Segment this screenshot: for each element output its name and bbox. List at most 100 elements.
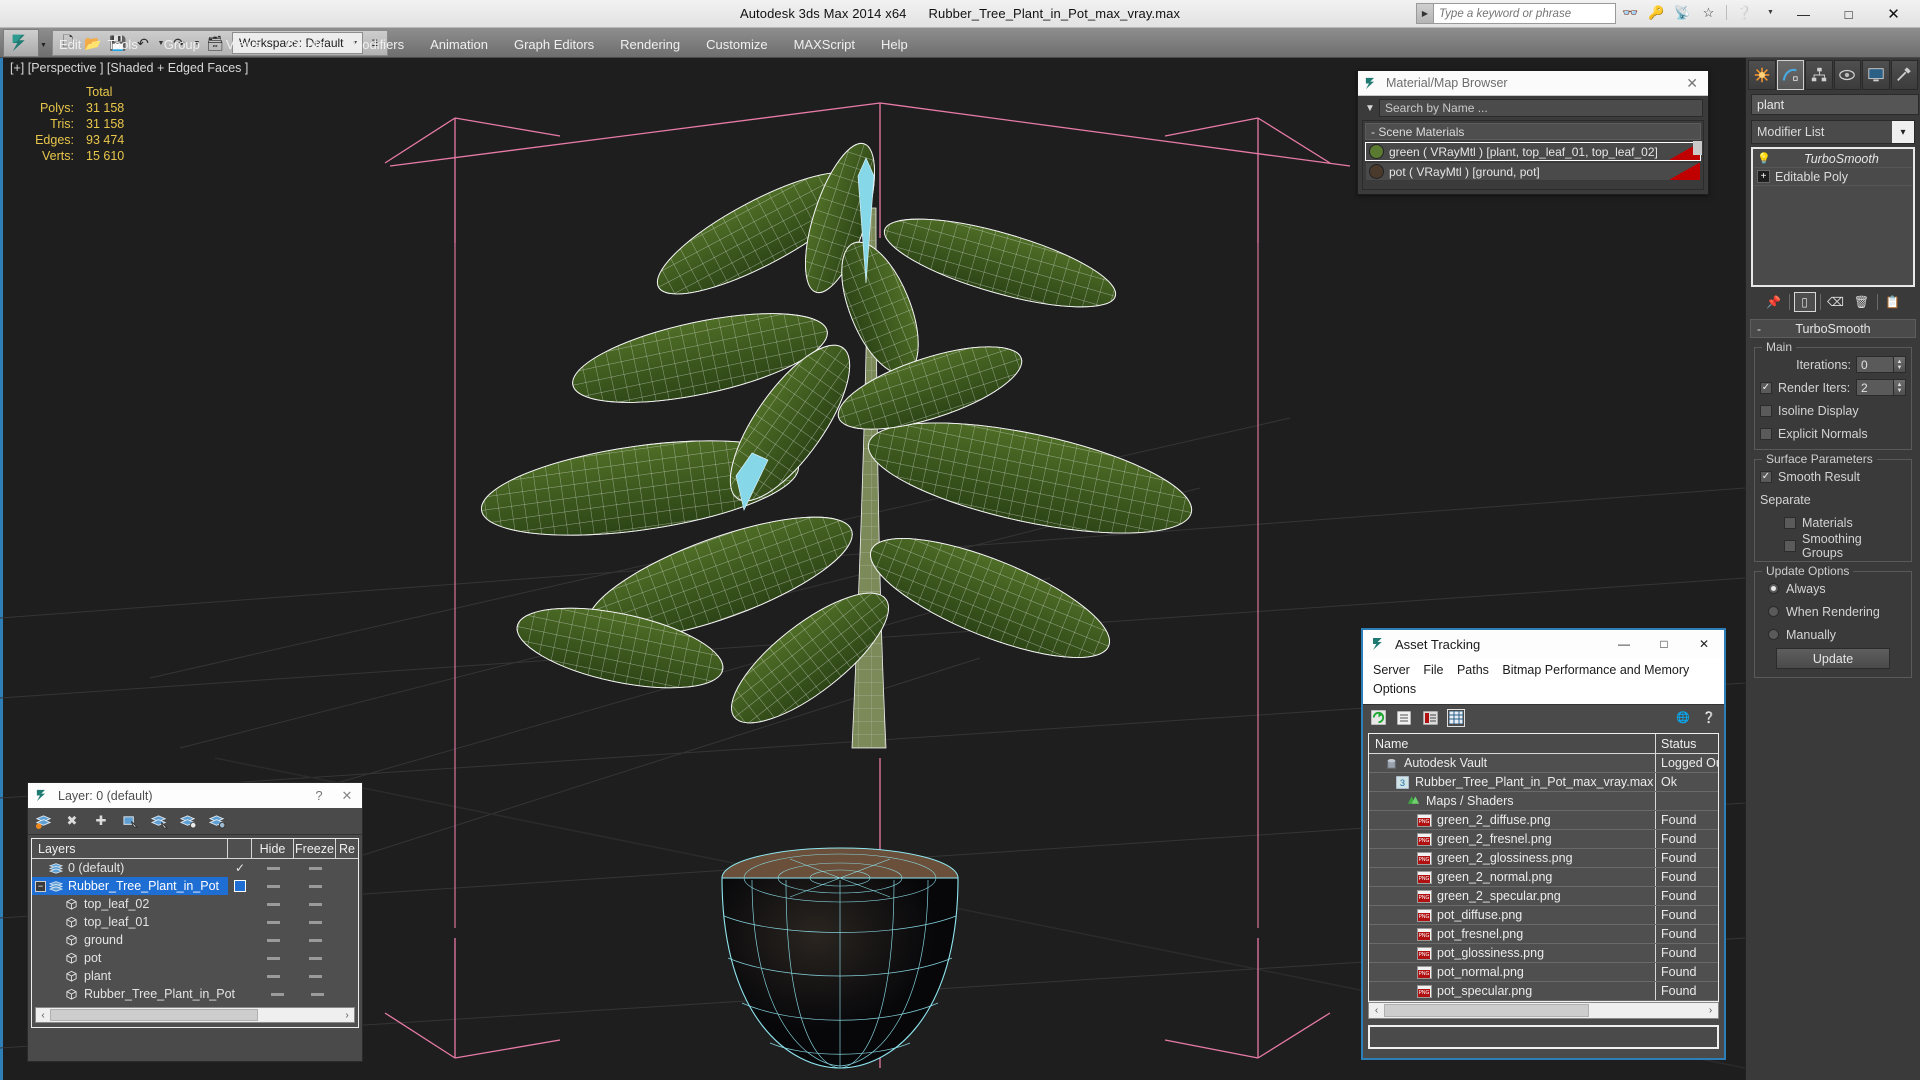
column-status[interactable]: Status [1656, 734, 1718, 753]
layer-row[interactable]: pot [32, 949, 358, 967]
hide-cell[interactable] [252, 967, 294, 985]
smooth-result-row[interactable]: ✓ Smooth Result [1760, 467, 1906, 486]
update-option-always[interactable]: Always [1760, 579, 1906, 598]
create-tab[interactable] [1748, 60, 1776, 90]
hide-toggle[interactable] [267, 921, 280, 924]
lightbulb-icon[interactable]: 💡 [1757, 152, 1771, 165]
hide-toggle[interactable] [267, 957, 280, 960]
menu-create[interactable]: Create [273, 33, 338, 56]
column-name[interactable]: Name [1369, 734, 1656, 753]
quick-search-box[interactable]: ▶ [1416, 3, 1616, 24]
radio-always[interactable] [1768, 583, 1779, 594]
smoothing-groups-checkbox[interactable] [1784, 540, 1796, 552]
render-cell[interactable] [336, 895, 358, 913]
column-freeze[interactable]: Freeze [294, 839, 336, 858]
update-option-manually[interactable]: Manually [1760, 625, 1906, 644]
explicit-normals-checkbox[interactable] [1760, 428, 1772, 440]
asset-row[interactable]: pot_fresnel.pngFound [1369, 925, 1718, 944]
radio-when-rendering[interactable] [1768, 606, 1779, 617]
asset-row[interactable]: pot_diffuse.pngFound [1369, 906, 1718, 925]
expand-collapse-icon[interactable]: − [35, 881, 46, 892]
freeze-toggle[interactable] [309, 975, 322, 978]
freeze-toggle[interactable] [311, 993, 324, 996]
menu-graph-editors[interactable]: Graph Editors [501, 33, 607, 56]
freeze-cell[interactable] [294, 913, 336, 931]
list-icon[interactable] [1395, 709, 1413, 727]
isoline-checkbox[interactable] [1760, 405, 1772, 417]
delete-layer-icon[interactable]: ✖ [63, 812, 81, 830]
spinner-arrows-icon[interactable]: ▲▼ [1894, 379, 1906, 396]
smoothing-groups-row[interactable]: Smoothing Groups [1760, 536, 1906, 555]
asset-row[interactable]: pot_glossiness.pngFound [1369, 944, 1718, 963]
material-map-browser[interactable]: Material/Map Browser ✕ ▼ Search by Name … [1357, 70, 1709, 195]
maximize-button[interactable]: □ [1826, 0, 1871, 28]
refresh-icon[interactable] [1369, 709, 1387, 727]
current-layer-cell[interactable] [228, 913, 252, 931]
asset-tracking-title-bar[interactable]: Asset Tracking — □ ✕ [1363, 630, 1724, 658]
layer-row[interactable]: top_leaf_01 [32, 913, 358, 931]
current-layer-cell[interactable]: ✓ [228, 859, 252, 877]
layer-horizontal-scrollbar[interactable]: ‹ › [35, 1007, 355, 1023]
hide-cell[interactable] [252, 895, 294, 913]
asset-row[interactable]: Autodesk VaultLogged Ou [1369, 754, 1718, 773]
hide-cell[interactable] [258, 985, 298, 1003]
hide-cell[interactable] [252, 859, 294, 877]
layer-row[interactable]: −Rubber_Tree_Plant_in_Pot [32, 877, 358, 895]
make-unique-icon[interactable]: ⌫ [1825, 292, 1847, 312]
hide-toggle[interactable] [267, 867, 280, 870]
hide-cell[interactable] [252, 949, 294, 967]
at-close-button[interactable]: ✕ [1684, 630, 1724, 658]
asset-row[interactable]: green_2_glossiness.pngFound [1369, 849, 1718, 868]
minimize-button[interactable]: — [1781, 0, 1826, 28]
help-icon[interactable]: ? [306, 788, 332, 803]
render-cell[interactable] [336, 949, 358, 967]
menu-customize[interactable]: Customize [693, 33, 780, 56]
freeze-toggle[interactable] [309, 939, 322, 942]
scene-materials-group[interactable]: - Scene Materials [1365, 123, 1701, 140]
layer-title-bar[interactable]: Layer: 0 (default) ? ✕ [28, 783, 362, 808]
modifier-stack[interactable]: 💡 TurboSmooth + Editable Poly [1751, 147, 1915, 287]
iterations-spinner[interactable]: 0 ▲▼ [1856, 356, 1906, 373]
menu-rendering[interactable]: Rendering [607, 33, 693, 56]
hide-toggle[interactable] [267, 885, 280, 888]
stack-item-editable-poly[interactable]: + Editable Poly [1754, 168, 1912, 186]
menu-views[interactable]: Views [213, 33, 273, 56]
current-layer-cell[interactable] [228, 931, 252, 949]
at-menu-paths[interactable]: Paths [1447, 661, 1489, 680]
freeze-toggle[interactable] [309, 903, 322, 906]
mmb-search-input[interactable]: Search by Name ... [1379, 99, 1703, 117]
current-layer-cell[interactable] [228, 967, 252, 985]
menu-animation[interactable]: Animation [417, 33, 501, 56]
render-iters-spinner[interactable]: 2 ▲▼ [1856, 379, 1906, 396]
mmb-scrollbar[interactable] [1693, 141, 1702, 155]
hide-cell[interactable] [252, 877, 294, 895]
star-icon[interactable]: ☆ [1700, 4, 1717, 21]
stack-item-turbosmooth[interactable]: 💡 TurboSmooth [1754, 150, 1912, 168]
asset-row[interactable]: pot_normal.pngFound [1369, 963, 1718, 982]
hide-toggle[interactable] [267, 939, 280, 942]
current-layer-cell[interactable] [228, 949, 252, 967]
mmb-title-bar[interactable]: Material/Map Browser ✕ [1358, 71, 1708, 96]
filter-icon[interactable]: ▼ [1361, 103, 1379, 114]
at-menu-server[interactable]: Server [1363, 661, 1410, 680]
update-button[interactable]: Update [1776, 648, 1890, 669]
hide-toggle[interactable] [267, 975, 280, 978]
hide-cell[interactable] [252, 913, 294, 931]
pin-stack-icon[interactable]: 📌 [1763, 292, 1785, 312]
radio-manually[interactable] [1768, 629, 1779, 640]
hide-toggle[interactable] [271, 993, 284, 996]
hide-cell[interactable] [252, 931, 294, 949]
freeze-toggle[interactable] [309, 867, 322, 870]
at-menu-options[interactable]: Options [1363, 680, 1416, 699]
rollout-header[interactable]: - TurboSmooth [1750, 319, 1916, 338]
scroll-left-icon[interactable]: ‹ [1369, 1005, 1384, 1016]
layer-row[interactable]: top_leaf_02 [32, 895, 358, 913]
asset-tracking-window[interactable]: Asset Tracking — □ ✕ Server File Paths B… [1361, 628, 1726, 1060]
expand-icon[interactable]: + [1757, 170, 1770, 183]
iterations-value[interactable]: 0 [1856, 356, 1894, 373]
smooth-result-checkbox[interactable]: ✓ [1760, 471, 1772, 483]
freeze-cell[interactable] [294, 859, 336, 877]
column-layers[interactable]: Layers [32, 839, 228, 858]
collapse-icon[interactable]: - [1757, 322, 1761, 336]
material-row[interactable]: green ( VRayMtl ) [plant, top_leaf_01, t… [1365, 142, 1701, 161]
